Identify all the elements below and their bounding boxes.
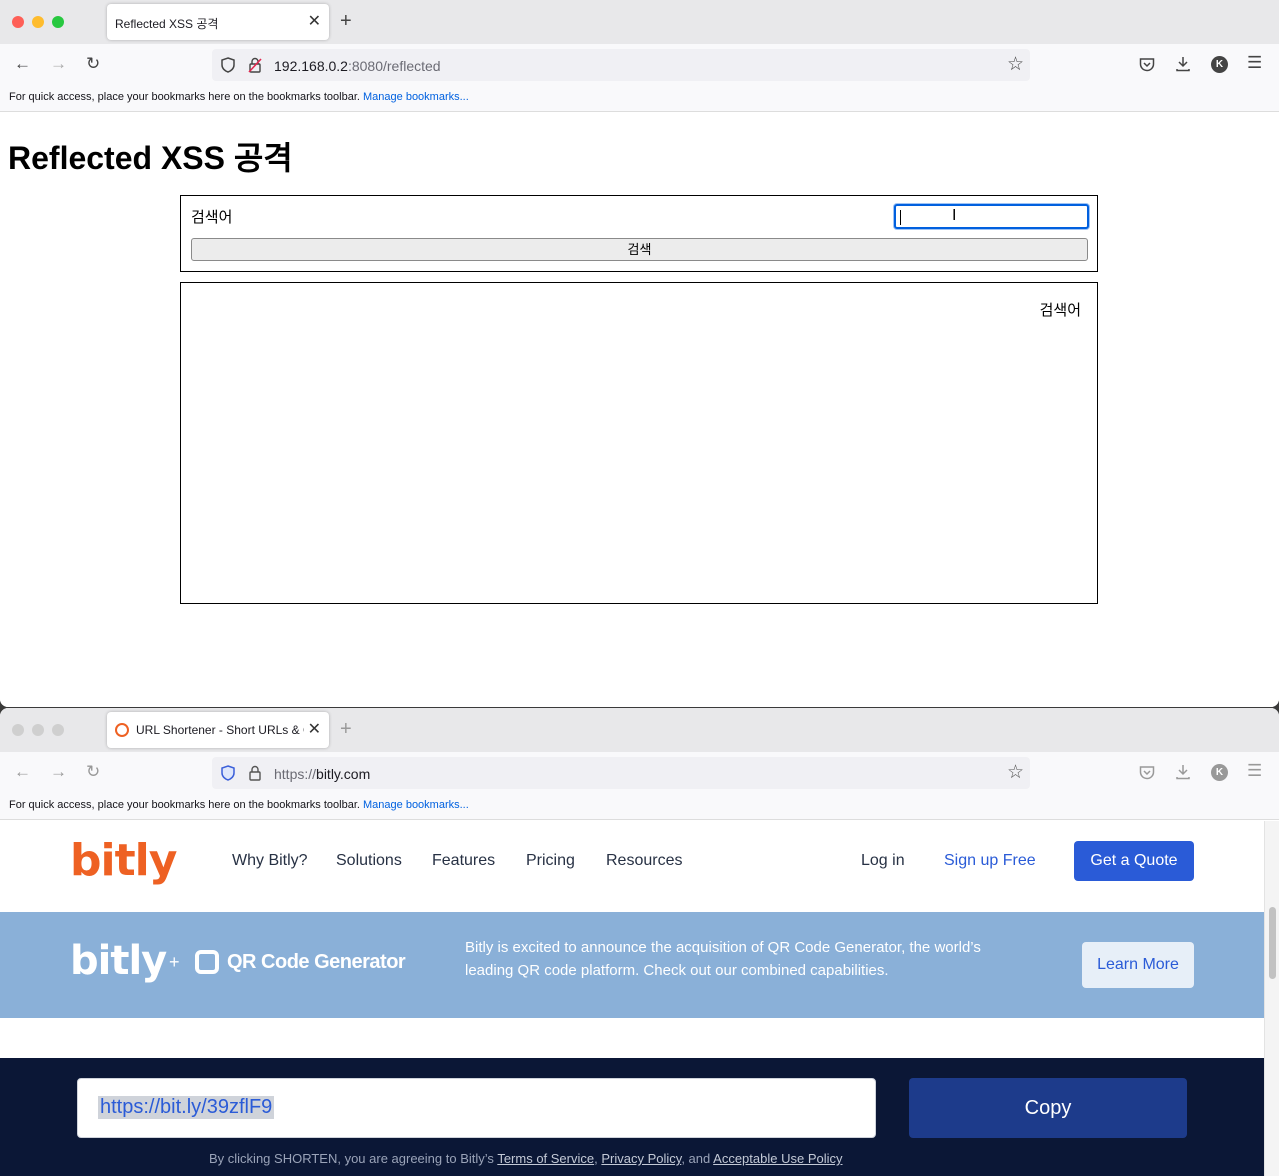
star-icon[interactable]: ☆: [1007, 53, 1024, 76]
star-icon[interactable]: ☆: [1007, 761, 1024, 784]
forward-icon[interactable]: →: [50, 762, 67, 782]
aup-link[interactable]: Acceptable Use Policy: [713, 1151, 842, 1166]
results-table: 검색어: [180, 282, 1098, 604]
search-button[interactable]: 검색: [191, 238, 1088, 261]
scrollbar-thumb[interactable]: [1269, 907, 1276, 979]
bitly-logo[interactable]: bitly: [70, 835, 177, 886]
tab-reflected[interactable]: Reflected XSS 공격 ✕: [107, 4, 329, 40]
zoom-window-button[interactable]: [52, 724, 64, 736]
tab-strip: URL Shortener - Short URLs & Custom Free…: [0, 708, 1279, 752]
get-quote-button[interactable]: Get a Quote: [1074, 841, 1194, 881]
tab-bitly[interactable]: URL Shortener - Short URLs & Custom Free…: [107, 712, 329, 748]
bookmarks-hint: For quick access, place your bookmarks h…: [9, 91, 360, 103]
nav-features[interactable]: Features: [432, 852, 495, 870]
short-url-field[interactable]: https://bit.ly/39zflF9: [77, 1078, 876, 1138]
banner-text: Bitly is excited to announce the acquisi…: [465, 939, 981, 979]
plus-icon[interactable]: +: [340, 718, 352, 741]
account-icon[interactable]: K: [1211, 56, 1228, 73]
banner-bitly-logo: bitly: [70, 938, 167, 984]
text-caret: [900, 210, 901, 225]
page-scrollbar[interactable]: [1264, 821, 1279, 1176]
address-bar[interactable]: 192.168.0.2:8080/reflected ☆: [212, 49, 1030, 81]
tab-title: Reflected XSS 공격: [115, 17, 219, 31]
lock-icon[interactable]: [248, 765, 262, 781]
copy-button[interactable]: Copy: [909, 1078, 1187, 1138]
ibeam-cursor-icon: I: [952, 207, 957, 224]
terms-link[interactable]: Terms of Service: [497, 1151, 594, 1166]
navigation-toolbar: ← → ↻ 192.168.0.2:8080/reflected ☆ K ☰: [0, 44, 1279, 86]
nav-why-bitly[interactable]: Why Bitly?: [232, 852, 308, 870]
address-bar[interactable]: https://bitly.com ☆: [212, 757, 1030, 789]
browser-window-bitly: URL Shortener - Short URLs & Custom Free…: [0, 708, 1279, 1176]
menu-icon[interactable]: ☰: [1247, 53, 1262, 73]
announcement-banner: bitly + QR Code Generator Bitly is excit…: [0, 912, 1264, 1018]
signup-link[interactable]: Sign up Free: [944, 852, 1036, 870]
tab-strip: Reflected XSS 공격 ✕ +: [0, 0, 1279, 44]
download-icon[interactable]: [1175, 56, 1191, 72]
bookmarks-toolbar: For quick access, place your bookmarks h…: [0, 794, 1279, 820]
browser-window-reflected: Reflected XSS 공격 ✕ + ← → ↻ 192.168.0.2:8…: [0, 0, 1279, 707]
minimize-window-button[interactable]: [32, 16, 44, 28]
legal-notice: By clicking SHORTEN, you are agreeing to…: [209, 1151, 843, 1166]
bookmarks-toolbar: For quick access, place your bookmarks h…: [0, 86, 1279, 112]
nav-resources[interactable]: Resources: [606, 852, 682, 870]
shorten-section: https://bit.ly/39zflF9 Copy By clicking …: [0, 1058, 1264, 1176]
pocket-icon[interactable]: [1139, 765, 1155, 780]
back-icon[interactable]: ←: [14, 54, 31, 74]
banner-plus: +: [169, 952, 180, 972]
bitly-favicon: [115, 723, 129, 737]
back-icon[interactable]: ←: [14, 762, 31, 782]
results-header: 검색어: [1039, 302, 1081, 319]
learn-more-button[interactable]: Learn More: [1082, 942, 1194, 988]
tab-title: URL Shortener - Short URLs & Custom Free…: [136, 723, 304, 737]
close-window-button[interactable]: [12, 724, 24, 736]
page-content: bitly Why Bitly? Solutions Features Pric…: [0, 821, 1279, 1176]
short-url-text: https://bit.ly/39zflF9: [98, 1096, 275, 1119]
manage-bookmarks-link[interactable]: Manage bookmarks...: [363, 91, 469, 103]
privacy-link[interactable]: Privacy Policy: [601, 1151, 681, 1166]
url-text: 192.168.0.2:8080/reflected: [274, 58, 441, 74]
pocket-icon[interactable]: [1139, 57, 1155, 72]
plus-icon[interactable]: +: [340, 10, 352, 33]
reload-icon[interactable]: ↻: [86, 54, 100, 74]
reload-icon[interactable]: ↻: [86, 762, 100, 782]
nav-solutions[interactable]: Solutions: [336, 852, 402, 870]
close-icon[interactable]: ✕: [308, 719, 321, 739]
login-link[interactable]: Log in: [861, 852, 905, 870]
bookmarks-hint: For quick access, place your bookmarks h…: [9, 799, 360, 811]
menu-icon[interactable]: ☰: [1247, 761, 1262, 781]
url-text: https://bitly.com: [274, 766, 371, 782]
shield-icon[interactable]: [221, 57, 235, 73]
minimize-window-button[interactable]: [32, 724, 44, 736]
shield-icon[interactable]: [221, 765, 235, 781]
navigation-toolbar: ← → ↻ https://bitly.com ☆ K ☰: [0, 752, 1279, 794]
page-title: Reflected XSS 공격: [8, 140, 293, 176]
download-icon[interactable]: [1175, 764, 1191, 780]
qr-code-generator-logo: QR Code Generator: [227, 951, 406, 973]
nav-pricing[interactable]: Pricing: [526, 852, 575, 870]
forward-icon[interactable]: →: [50, 54, 67, 74]
page-content: Reflected XSS 공격 검색어 I 검색 검색어: [0, 113, 1279, 707]
close-window-button[interactable]: [12, 16, 24, 28]
close-icon[interactable]: ✕: [308, 11, 321, 31]
qr-code-icon: [195, 950, 219, 974]
search-input[interactable]: I: [894, 204, 1089, 229]
search-form: 검색어 I 검색: [180, 195, 1098, 272]
account-icon[interactable]: K: [1211, 764, 1228, 781]
manage-bookmarks-link[interactable]: Manage bookmarks...: [363, 799, 469, 811]
search-label: 검색어: [191, 209, 233, 226]
zoom-window-button[interactable]: [52, 16, 64, 28]
insecure-lock-icon[interactable]: [248, 57, 262, 73]
